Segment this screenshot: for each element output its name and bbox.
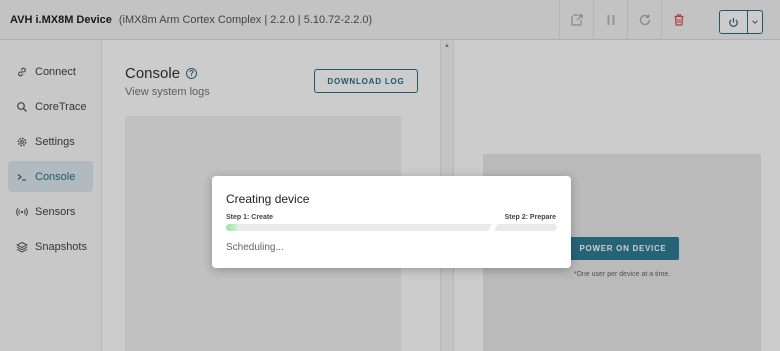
progress-segment-create: [226, 224, 492, 231]
status-text: Scheduling...: [226, 242, 284, 253]
step-2-label: Step 2: Prepare: [504, 214, 556, 221]
dialog-title: Creating device: [226, 192, 310, 206]
creating-device-dialog: Creating device Step 1: Create Step 2: P…: [212, 176, 571, 268]
progress-segment-prepare: [494, 224, 557, 231]
progress-fill: [226, 224, 237, 231]
progress-bar: [226, 224, 557, 231]
step-1-label: Step 1: Create: [226, 214, 274, 221]
